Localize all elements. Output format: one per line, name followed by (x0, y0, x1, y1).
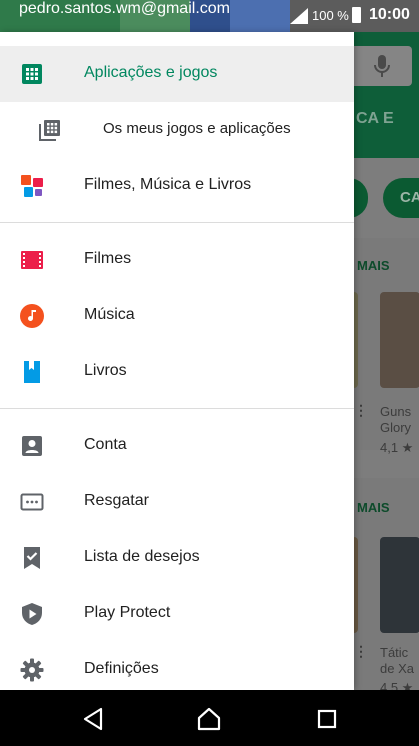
drawer-item-label: Filmes, Música e Livros (84, 176, 252, 193)
navigation-drawer: Aplicações e jogos Os meus jogos e aplic… (0, 32, 354, 690)
mic-icon (374, 55, 390, 77)
drawer-item-label: Definições (84, 660, 159, 677)
drawer-item-label: Conta (84, 436, 127, 453)
background-app-thumbnail (380, 292, 419, 388)
wishlist-icon (24, 547, 40, 569)
drawer-item-label: Os meus jogos e aplicações (103, 120, 291, 137)
drawer-item-label: Resgatar (84, 492, 149, 509)
settings-icon (20, 658, 44, 682)
back-icon[interactable] (81, 706, 107, 732)
drawer-item-label: Play Protect (84, 604, 171, 621)
drawer-item-entertainment[interactable]: Filmes, Música e Livros (0, 158, 354, 214)
drawer-item-movies[interactable]: Filmes (0, 232, 354, 288)
divider (0, 408, 354, 409)
status-bar: pedro.santos.wm@gmail.com 100 % 10:00 (0, 0, 419, 32)
battery-percent: 100 % (312, 8, 349, 23)
home-icon[interactable] (196, 706, 222, 732)
my-apps-grid-icon (39, 120, 60, 141)
books-icon (24, 361, 40, 383)
drawer-item-settings[interactable]: Definições (0, 642, 354, 690)
apps-grid-icon (22, 64, 42, 84)
drawer-item-play-protect[interactable]: Play Protect (0, 586, 354, 642)
drawer-item-label: Livros (84, 362, 127, 379)
redeem-icon (20, 493, 44, 511)
entertainment-icon (21, 175, 43, 197)
background-card-title: Tátic (380, 645, 409, 660)
background-more-link: MAIS (357, 500, 390, 515)
background-app-thumbnail (380, 537, 419, 633)
drawer-item-label: Aplicações e jogos (84, 64, 218, 81)
drawer-item-label: Música (84, 306, 135, 323)
signal-icon (290, 8, 308, 24)
recents-icon[interactable] (314, 706, 340, 732)
background-card-rating: 4,1 ★ (380, 440, 414, 455)
drawer-item-books[interactable]: Livros (0, 344, 354, 400)
background-card-rating: 4,5 ★ (380, 680, 414, 690)
background-card-title: Guns (380, 404, 412, 419)
background-tab-label: CA E (356, 110, 394, 127)
background-more-link: MAIS (357, 258, 390, 273)
drawer-item-label: Lista de desejos (84, 548, 200, 565)
more-vert-icon: ⋮ (354, 643, 368, 659)
drawer-top-gap (0, 32, 354, 46)
clock: 10:00 (369, 6, 410, 23)
drawer-item-account[interactable]: Conta (0, 418, 354, 474)
drawer-item-label: Filmes (84, 250, 132, 267)
music-icon (20, 304, 44, 328)
drawer-item-music[interactable]: Música (0, 288, 354, 344)
background-card-title: Glory (380, 420, 412, 435)
background-card-title: de Xa (380, 661, 414, 676)
play-protect-icon (22, 603, 42, 625)
battery-icon (352, 7, 361, 23)
background-chip-ca: CA (383, 178, 419, 218)
drawer-item-wishlist[interactable]: Lista de desejos (0, 530, 354, 586)
system-navigation-bar (0, 690, 419, 746)
movies-icon (21, 251, 43, 269)
drawer-item-redeem[interactable]: Resgatar (0, 474, 354, 530)
account-icon (22, 436, 42, 456)
drawer-item-my-apps-and-games[interactable]: Os meus jogos e aplicações (0, 102, 354, 158)
divider (0, 222, 354, 223)
more-vert-icon: ⋮ (354, 402, 368, 418)
account-email: pedro.santos.wm@gmail.com (19, 0, 230, 17)
drawer-item-apps-and-games[interactable]: Aplicações e jogos (0, 46, 354, 102)
